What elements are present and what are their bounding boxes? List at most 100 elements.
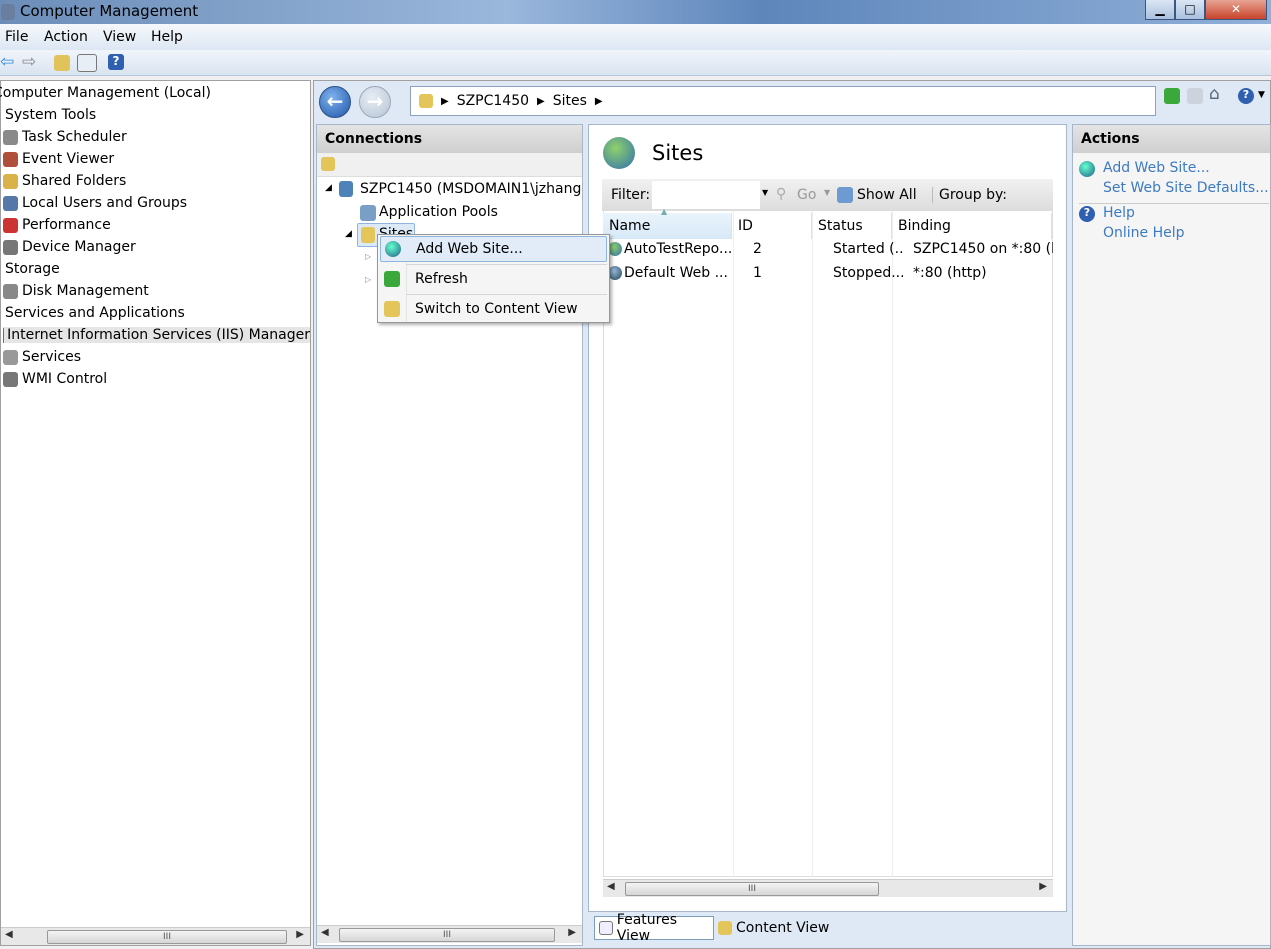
tree-item[interactable]: Disk Management <box>3 283 149 299</box>
expand-arrow-icon[interactable]: ◢ <box>325 183 332 193</box>
tree-item-label: Storage <box>5 261 60 277</box>
tree-item-label: Services and Applications <box>5 305 185 321</box>
tree-item[interactable]: System Tools <box>5 107 96 123</box>
action-online-help[interactable]: Online Help <box>1103 225 1185 241</box>
users-icon <box>3 195 18 211</box>
group-by-label[interactable]: Group by: <box>932 187 1007 203</box>
features-view-tab[interactable]: Features View <box>594 912 714 944</box>
tree-node-application-pools[interactable]: Application Pools <box>379 204 498 220</box>
column-header-id[interactable]: ID <box>732 213 812 239</box>
content-view-label: Content View <box>736 920 830 936</box>
cell-name: Default Web ... <box>624 265 728 281</box>
back-button[interactable]: ← <box>319 86 351 118</box>
stop-icon[interactable] <box>1187 88 1203 104</box>
go-dropdown-icon[interactable]: ▼ <box>824 188 830 197</box>
create-connection-icon[interactable] <box>321 157 335 171</box>
menu-help[interactable]: Help <box>151 29 183 45</box>
menu-action[interactable]: Action <box>44 29 88 45</box>
expand-arrow-icon[interactable]: ◢ <box>345 229 352 239</box>
home-icon[interactable]: ⌂ <box>1209 84 1220 104</box>
tree-item[interactable]: Performance <box>3 217 111 233</box>
column-header-binding[interactable]: Binding <box>892 213 1052 239</box>
sites-hscrollbar[interactable]: ◀ III ▶ <box>603 879 1053 897</box>
sort-ascending-icon: ▲ <box>661 207 668 216</box>
performance-icon <box>3 217 18 233</box>
menu-item-add-web-site[interactable]: Add Web Site... <box>380 236 607 262</box>
gear-icon <box>3 349 18 365</box>
scroll-left-arrow[interactable]: ◀ <box>607 881 615 892</box>
tree-item[interactable]: Services <box>3 349 81 365</box>
tree-item[interactable]: Event Viewer <box>3 151 114 167</box>
scroll-thumb[interactable]: III <box>47 930 287 944</box>
stopped-site-icon <box>608 266 622 280</box>
tree-item[interactable]: Services and Applications <box>5 305 185 321</box>
table-row[interactable]: AutoTestRepo... 2 Started (... SZPC1450 on … <box>603 239 1053 261</box>
scroll-left-arrow[interactable]: ◀ <box>5 929 13 940</box>
filter-input[interactable] <box>652 181 760 209</box>
tree-item-label: System Tools <box>5 107 97 123</box>
scroll-thumb[interactable]: III <box>339 928 555 942</box>
help-dropdown-icon[interactable]: ▼ <box>1258 90 1265 100</box>
filter-dropdown-icon[interactable]: ▼ <box>762 188 768 197</box>
tree-item[interactable]: Local Users and Groups <box>3 195 187 211</box>
features-view-label: Features View <box>616 912 677 944</box>
breadcrumb-server[interactable]: SZPC1450 <box>457 93 529 109</box>
action-set-web-site-defaults[interactable]: Set Web Site Defaults... <box>1103 180 1269 196</box>
action-add-web-site[interactable]: Add Web Site... <box>1103 160 1210 176</box>
tree-item[interactable]: WMI Control <box>3 371 107 387</box>
connections-hscrollbar[interactable]: ◀ III ▶ <box>317 925 582 943</box>
menu-item-refresh[interactable]: Refresh <box>380 266 607 292</box>
column-header-status[interactable]: Status <box>812 213 892 239</box>
breadcrumb-separator[interactable]: ▶ <box>595 96 603 107</box>
menu-bar: File Action View Help <box>0 24 1271 50</box>
menu-item-label: Switch to Content View <box>415 301 578 317</box>
forward-arrow-icon[interactable]: ⇨ <box>22 52 36 72</box>
console-tree-hscrollbar[interactable]: ◀ III ▶ <box>1 927 310 945</box>
help-icon[interactable]: ? <box>108 54 124 70</box>
menu-view[interactable]: View <box>103 29 136 45</box>
breadcrumb-sites[interactable]: Sites <box>553 93 587 109</box>
tree-item[interactable]: Shared Folders <box>3 173 126 189</box>
up-folder-icon[interactable] <box>54 55 70 71</box>
expand-arrow-icon[interactable]: ▷ <box>365 252 371 261</box>
close-button[interactable]: ✕ <box>1205 0 1267 20</box>
tree-item[interactable]: Internet Information Services (IIS) Mana… <box>3 327 310 343</box>
breadcrumb-separator: ▶ <box>537 95 545 107</box>
expand-arrow-icon[interactable]: ▷ <box>365 275 371 284</box>
cell-status: Stopped... <box>833 265 905 281</box>
minimize-button[interactable]: ▁ <box>1145 0 1175 20</box>
forward-button[interactable]: → <box>359 86 391 118</box>
tree-item[interactable]: Device Manager <box>3 239 136 255</box>
content-view-icon <box>718 921 732 935</box>
content-view-tab[interactable]: Content View <box>716 916 836 940</box>
address-bar[interactable]: ▶ SZPC1450 ▶ Sites ▶ <box>410 86 1156 116</box>
refresh-icon[interactable] <box>1164 88 1180 104</box>
tree-item[interactable]: Task Scheduler <box>3 129 127 145</box>
refresh-icon <box>384 271 400 287</box>
go-button[interactable]: Go <box>797 187 816 203</box>
scroll-right-arrow[interactable]: ▶ <box>1039 881 1047 892</box>
tree-item-label: Services <box>22 349 82 365</box>
tree-item[interactable]: Storage <box>5 261 60 277</box>
show-all-button[interactable]: Show All <box>857 187 917 203</box>
back-arrow-icon[interactable]: ⇦ <box>0 52 14 72</box>
column-header-name[interactable]: Name <box>603 213 732 239</box>
tree-item-label: Shared Folders <box>22 173 127 189</box>
help-icon[interactable]: ? <box>1238 88 1254 104</box>
scroll-right-arrow[interactable]: ▶ <box>568 927 576 938</box>
show-hide-tree-icon[interactable] <box>77 54 97 72</box>
scroll-thumb[interactable]: III <box>625 882 879 896</box>
scroll-right-arrow[interactable]: ▶ <box>296 929 304 940</box>
tree-item[interactable]: Computer Management (Local) <box>0 85 211 101</box>
maximize-button[interactable]: □ <box>1175 0 1205 20</box>
scroll-left-arrow[interactable]: ◀ <box>321 927 329 938</box>
server-icon <box>339 181 353 197</box>
actions-header: Actions <box>1073 125 1270 153</box>
menu-item-label: Refresh <box>415 271 468 287</box>
action-help[interactable]: Help <box>1103 205 1135 221</box>
table-row[interactable]: Default Web ... 1 Stopped... *:80 (http) <box>603 263 1053 285</box>
menu-item-switch-to-content-view[interactable]: Switch to Content View <box>380 296 607 322</box>
menu-file[interactable]: File <box>5 29 28 45</box>
breadcrumb-separator: ▶ <box>441 95 449 107</box>
tree-node-server[interactable]: SZPC1450 (MSDOMAIN1\jzhang6 <box>360 181 582 197</box>
